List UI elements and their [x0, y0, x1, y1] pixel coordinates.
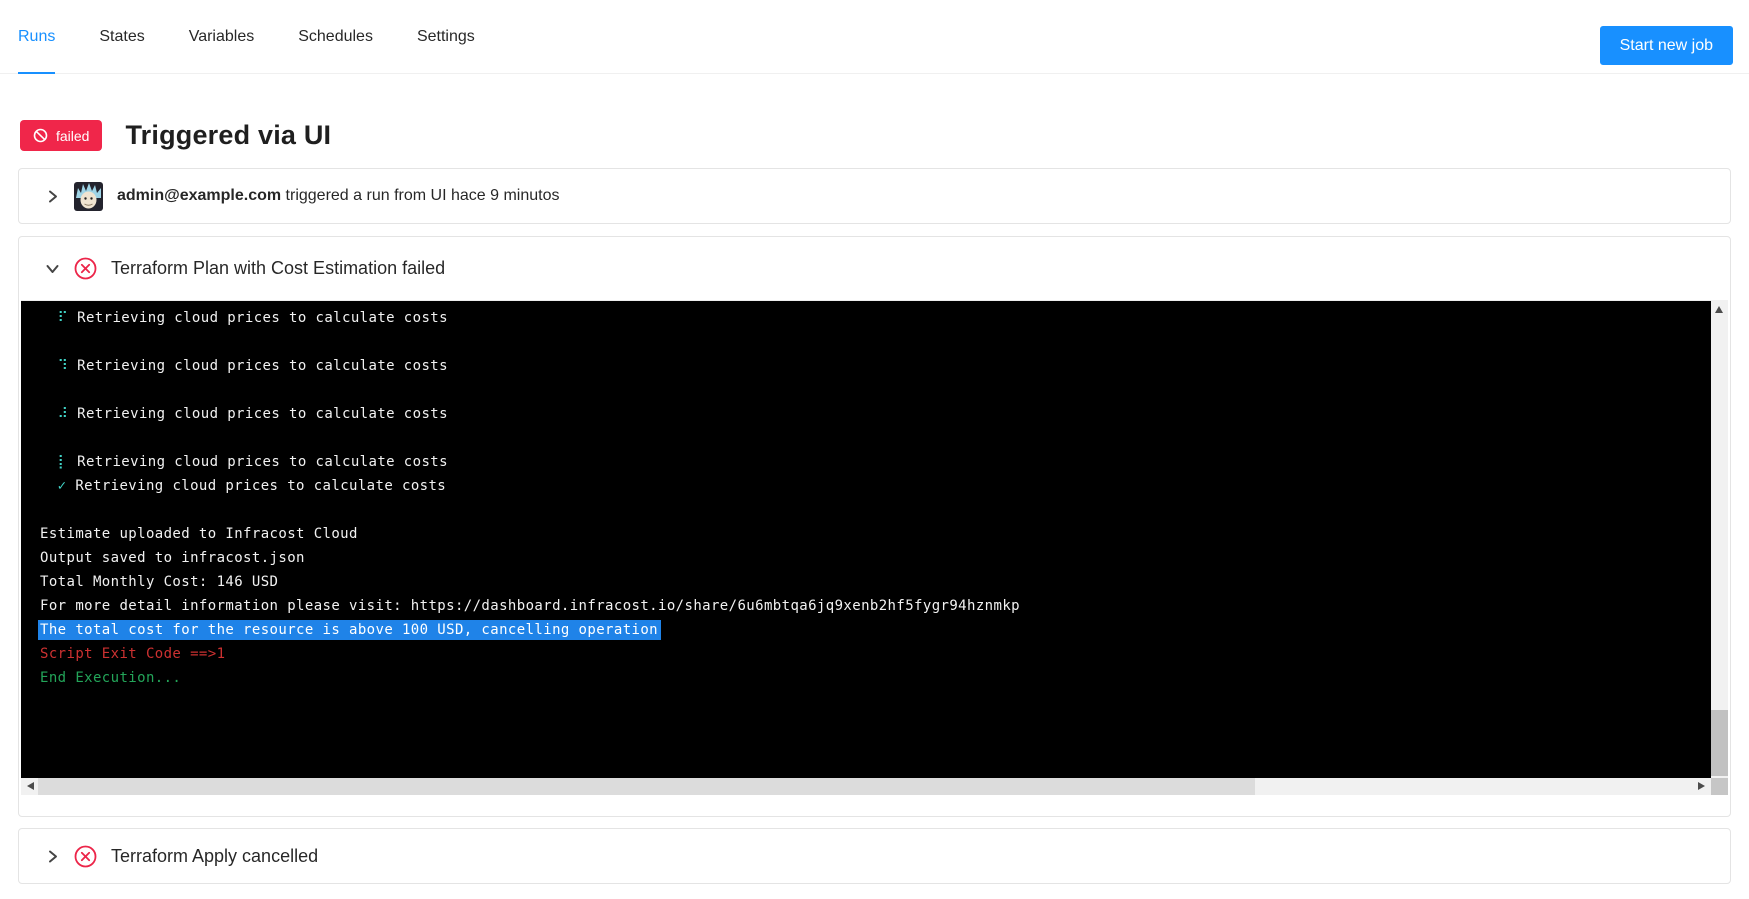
- tab-settings[interactable]: Settings: [417, 0, 475, 73]
- terminal-lines: ⠏ Retrieving cloud prices to calculate c…: [21, 301, 1711, 690]
- start-new-job-button[interactable]: Start new job: [1600, 26, 1733, 65]
- failed-circle-x-icon: [74, 257, 97, 280]
- trigger-user: admin@example.com: [117, 187, 281, 204]
- horizontal-scrollbar[interactable]: [21, 778, 1711, 795]
- terminal-line: [40, 378, 1711, 402]
- user-avatar: [74, 182, 103, 211]
- check-icon: ✓: [40, 478, 75, 494]
- terminal-line: [40, 498, 1711, 522]
- tab-states[interactable]: States: [99, 0, 144, 73]
- status-badge-label: failed: [56, 128, 89, 144]
- horizontal-scrollbar-thumb[interactable]: [38, 778, 1255, 795]
- scroll-left-arrow-icon[interactable]: [27, 782, 34, 790]
- terminal-line: ✓ Retrieving cloud prices to calculate c…: [40, 474, 1711, 498]
- spinner-icon: ⡇: [40, 454, 77, 470]
- terminal-output: ⠏ Retrieving cloud prices to calculate c…: [21, 300, 1711, 778]
- cancelled-circle-x-icon: [74, 845, 97, 868]
- trigger-panel: admin@example.com triggered a run from U…: [18, 168, 1731, 224]
- tab-bar: Runs States Variables Schedules Settings: [0, 0, 1749, 74]
- tab-runs[interactable]: Runs: [18, 0, 55, 73]
- plan-panel-header[interactable]: Terraform Plan with Cost Estimation fail…: [19, 237, 1730, 300]
- terminal-line: The total cost for the resource is above…: [40, 618, 1711, 642]
- terminal-line: Total Monthly Cost: 146 USD: [40, 570, 1711, 594]
- terminal-line: Script Exit Code ==>1: [40, 642, 1711, 666]
- plan-panel-title: Terraform Plan with Cost Estimation fail…: [111, 258, 445, 279]
- apply-panel-header[interactable]: Terraform Apply cancelled: [19, 829, 1730, 883]
- scroll-up-arrow-icon[interactable]: [1715, 306, 1723, 313]
- spinner-icon: ⠏: [40, 310, 77, 326]
- terminal-line: For more detail information please visit…: [40, 594, 1711, 618]
- trigger-message: admin@example.com triggered a run from U…: [117, 187, 559, 205]
- terminal-line: ⠏ Retrieving cloud prices to calculate c…: [40, 306, 1711, 330]
- prohibited-icon: [33, 128, 48, 143]
- page-title: Triggered via UI: [125, 120, 331, 151]
- terminal-line: End Execution...: [40, 666, 1711, 690]
- tab-variables[interactable]: Variables: [189, 0, 255, 73]
- terminal-line: ⡇ Retrieving cloud prices to calculate c…: [40, 450, 1711, 474]
- status-badge: failed: [20, 120, 102, 151]
- scroll-right-arrow-icon[interactable]: [1698, 782, 1705, 790]
- terminal-line: [40, 426, 1711, 450]
- vertical-scrollbar[interactable]: [1711, 300, 1728, 778]
- chevron-right-icon[interactable]: [45, 189, 60, 204]
- spinner-icon: ⠹: [40, 358, 77, 374]
- terminal-line: [40, 330, 1711, 354]
- scrollbar-corner: [1711, 778, 1728, 795]
- spinner-icon: ⠼: [40, 406, 77, 422]
- terminal-line: Output saved to infracost.json: [40, 546, 1711, 570]
- vertical-scrollbar-thumb[interactable]: [1711, 710, 1728, 776]
- chevron-down-icon[interactable]: [45, 261, 60, 276]
- terminal-line: ⠹ Retrieving cloud prices to calculate c…: [40, 354, 1711, 378]
- apply-panel: Terraform Apply cancelled: [18, 828, 1731, 884]
- trigger-message-text: triggered a run from UI hace 9 minutos: [281, 187, 559, 204]
- plan-panel: Terraform Plan with Cost Estimation fail…: [18, 236, 1731, 817]
- chevron-right-icon[interactable]: [45, 849, 60, 864]
- tab-list: Runs States Variables Schedules Settings: [18, 0, 475, 73]
- apply-panel-title: Terraform Apply cancelled: [111, 846, 318, 867]
- tab-schedules[interactable]: Schedules: [298, 0, 373, 73]
- run-header: failed Triggered via UI: [20, 120, 331, 151]
- terminal-line: Estimate uploaded to Infracost Cloud: [40, 522, 1711, 546]
- trigger-panel-header[interactable]: admin@example.com triggered a run from U…: [19, 169, 1730, 223]
- terminal-line: ⠼ Retrieving cloud prices to calculate c…: [40, 402, 1711, 426]
